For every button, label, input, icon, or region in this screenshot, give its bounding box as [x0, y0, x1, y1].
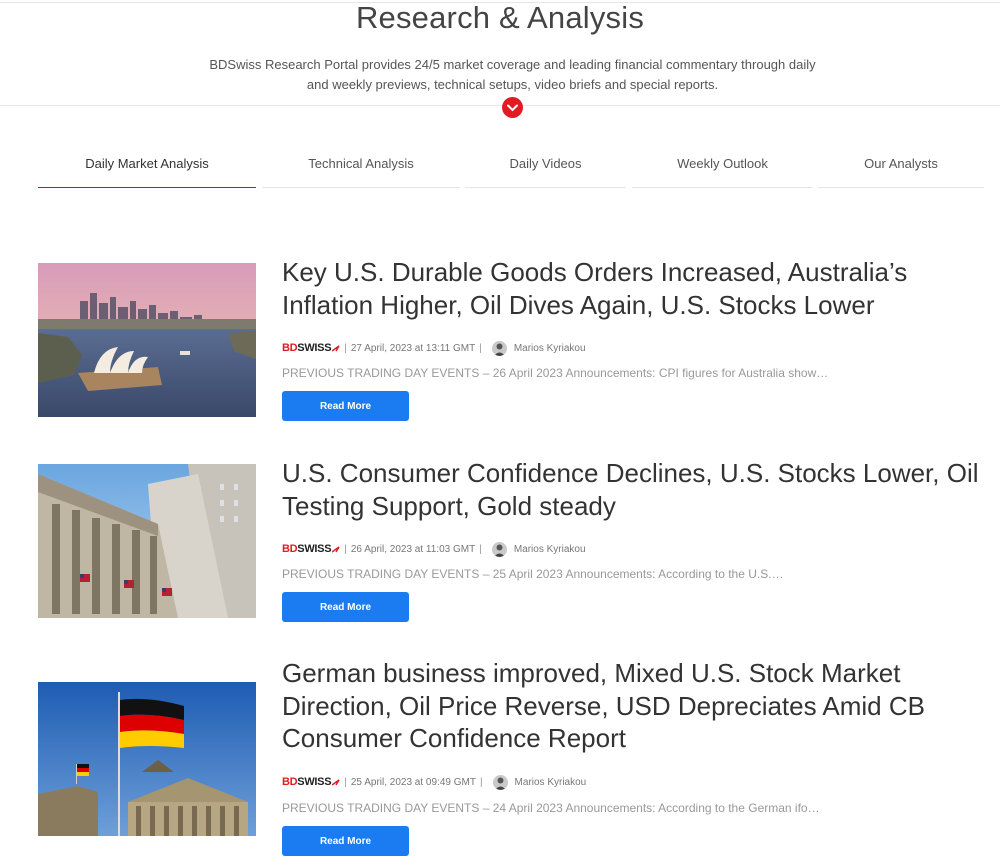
- read-more-button[interactable]: Read More: [282, 391, 409, 421]
- read-more-button[interactable]: Read More: [282, 592, 409, 622]
- meta-separator: |: [344, 543, 347, 555]
- meta-separator: |: [479, 342, 482, 354]
- article-title[interactable]: U.S. Consumer Confidence Declines, U.S. …: [282, 457, 982, 522]
- article-thumbnail[interactable]: [38, 263, 256, 417]
- tab-our-analysts[interactable]: Our Analysts: [818, 150, 984, 188]
- author-name[interactable]: Marios Kyriakou: [515, 777, 587, 788]
- tab-technical-analysis[interactable]: Technical Analysis: [262, 150, 460, 188]
- meta-separator: |: [479, 776, 483, 788]
- article-card: Key U.S. Durable Goods Orders Increased,…: [38, 257, 968, 423]
- article-meta: BD SWISS | 25 April, 2023 at 09:49 GMT | …: [282, 774, 586, 790]
- article-date: 26 April, 2023 at 11:03 GMT: [350, 543, 476, 555]
- chevron-down-icon[interactable]: [502, 97, 523, 118]
- article-thumbnail[interactable]: [38, 464, 256, 618]
- read-more-button[interactable]: Read More: [282, 826, 409, 856]
- article-meta: BD SWISS | 27 April, 2023 at 13:11 GMT | …: [282, 340, 586, 356]
- author-name[interactable]: Marios Kyriakou: [514, 544, 586, 555]
- author-avatar: [491, 541, 507, 557]
- tab-daily-videos[interactable]: Daily Videos: [465, 150, 626, 188]
- meta-separator: |: [479, 543, 482, 555]
- tab-daily-market-analysis[interactable]: Daily Market Analysis: [38, 150, 256, 188]
- page-subtitle: BDSwiss Research Portal provides 24/5 ma…: [209, 57, 816, 92]
- bdswiss-logo: BD SWISS: [282, 543, 340, 555]
- author-avatar: [492, 774, 508, 790]
- article-date: 25 April, 2023 at 09:49 GMT: [350, 776, 476, 788]
- header-divider: [0, 105, 1000, 106]
- article-thumbnail[interactable]: [38, 682, 256, 836]
- bdswiss-logo: BD SWISS: [282, 342, 340, 354]
- article-date: 27 April, 2023 at 13:11 GMT: [350, 342, 476, 354]
- analysis-tabs: Daily Market Analysis Technical Analysis…: [38, 150, 984, 188]
- tab-weekly-outlook[interactable]: Weekly Outlook: [632, 150, 813, 188]
- author-avatar: [491, 340, 507, 356]
- article-excerpt: PREVIOUS TRADING DAY EVENTS – 25 April 2…: [282, 567, 784, 581]
- article-title[interactable]: Key U.S. Durable Goods Orders Increased,…: [282, 256, 982, 321]
- bdswiss-logo: BD SWISS: [282, 776, 340, 788]
- article-excerpt: PREVIOUS TRADING DAY EVENTS – 26 April 2…: [282, 366, 829, 380]
- article-excerpt: PREVIOUS TRADING DAY EVENTS – 24 April 2…: [282, 801, 820, 815]
- page-title: Research & Analysis: [355, 0, 645, 35]
- meta-separator: |: [344, 342, 347, 354]
- meta-separator: |: [344, 776, 347, 788]
- article-title[interactable]: German business improved, Mixed U.S. Sto…: [282, 657, 982, 755]
- article-meta: BD SWISS | 26 April, 2023 at 11:03 GMT | …: [282, 541, 586, 557]
- author-name[interactable]: Marios Kyriakou: [514, 343, 586, 354]
- article-card: German business improved, Mixed U.S. Sto…: [38, 658, 968, 857]
- article-card: U.S. Consumer Confidence Declines, U.S. …: [38, 458, 979, 624]
